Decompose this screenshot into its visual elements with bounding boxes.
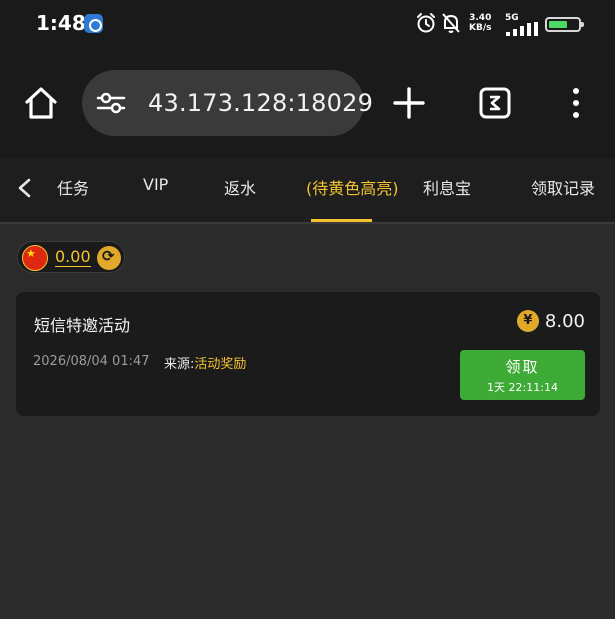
reward-date: 2026/08/04 01:47 — [33, 354, 150, 369]
claim-countdown: 1天 22:11:14 — [487, 381, 558, 394]
more-menu-button[interactable] — [566, 86, 586, 120]
balance-value: 0.00 — [55, 247, 91, 267]
network-speed: 3.40 KB/s — [469, 13, 491, 33]
address-bar[interactable]: 43.173.128:18029 — [82, 70, 373, 136]
network-speed-value: 3.40 — [469, 13, 492, 23]
tab-vip[interactable]: VIP — [143, 175, 168, 194]
home-button[interactable] — [22, 84, 60, 122]
url-text: 43.173.128:18029 — [148, 89, 374, 117]
site-settings-icon[interactable] — [96, 90, 126, 116]
tab-tasks[interactable]: 任务 — [57, 175, 89, 199]
browser-toolbar: 43.173.128:18029 — [0, 48, 615, 158]
source-value: 活动奖励 — [194, 357, 247, 372]
alarm-icon — [417, 13, 435, 33]
main-content: 0.00 短信特邀活动 ¥8.00 2026/08/04 01:47 来源:活动… — [0, 224, 615, 619]
status-time: 1:48 — [36, 11, 86, 35]
tab-highlight[interactable]: (待黄色高亮) — [306, 175, 399, 199]
reward-card: 短信特邀活动 ¥8.00 2026/08/04 01:47 来源:活动奖励 领取… — [16, 292, 600, 416]
reward-amount: ¥8.00 — [516, 310, 585, 334]
tab-interest[interactable]: 利息宝 — [423, 175, 471, 199]
claim-label: 领取 — [505, 358, 540, 376]
balance-widget: 0.00 — [17, 241, 125, 273]
reward-source: 来源:活动奖励 — [164, 353, 246, 372]
chevron-left-icon[interactable] — [14, 176, 36, 200]
tab-rebate[interactable]: 返水 — [224, 175, 256, 199]
reward-title: 短信特邀活动 — [34, 316, 131, 335]
tab-claim-history[interactable]: 领取记录 — [531, 175, 595, 199]
signal-icon — [506, 22, 538, 36]
new-tab-button[interactable] — [392, 86, 426, 120]
mute-bell-icon — [442, 13, 460, 33]
refresh-balance-button[interactable] — [97, 246, 121, 270]
page-nav: 任务 VIP 返水 (待黄色高亮) 利息宝 领取记录 — [0, 158, 615, 222]
battery-icon — [545, 17, 584, 32]
china-flag-icon — [22, 245, 48, 271]
network-speed-unit: KB/s — [469, 23, 492, 33]
app-notification-icon — [84, 14, 103, 33]
tab-switcher-button[interactable] — [478, 86, 512, 120]
source-label: 来源: — [164, 357, 195, 372]
status-bar: 1:48 3.40 KB/s 5G — [0, 0, 615, 48]
yen-coin-icon: ¥ — [516, 310, 539, 332]
reward-amount-value: 8.00 — [544, 310, 585, 332]
claim-button[interactable]: 领取 1天 22:11:14 — [460, 350, 585, 400]
